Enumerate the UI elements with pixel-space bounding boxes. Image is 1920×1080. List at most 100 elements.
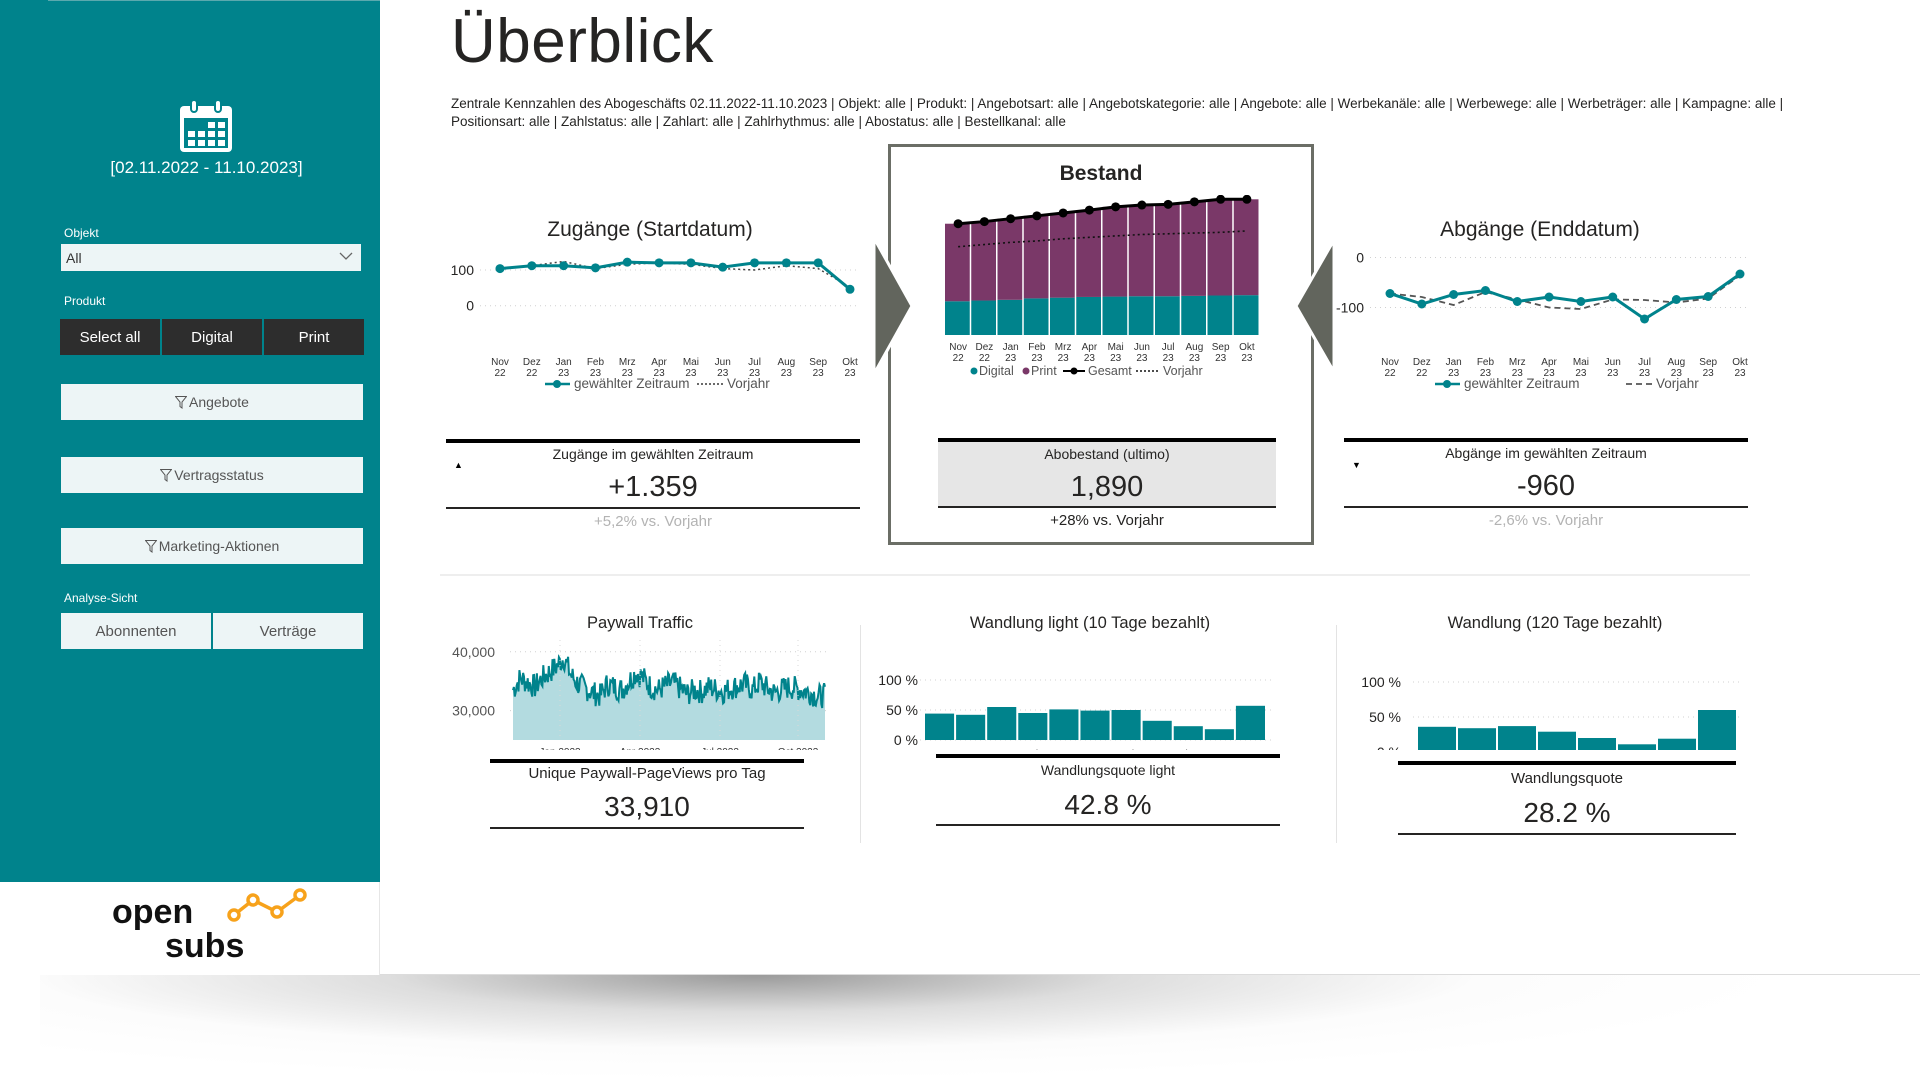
- x-tick-label: 22: [494, 368, 506, 379]
- data-point: [1216, 195, 1226, 204]
- x-tick-label: Jul: [1162, 342, 1175, 353]
- produkt-print-button[interactable]: Print: [264, 319, 364, 355]
- angebote-filter-button[interactable]: Angebote: [61, 384, 363, 420]
- zugaenge-chart: 0100Nov22Dez22Jan23Feb23Mrz23Apr23Mai23J…: [451, 257, 860, 391]
- legend-marker-current: [553, 380, 561, 388]
- bar-print: [1155, 204, 1180, 297]
- bar-digital: [1050, 297, 1075, 335]
- bar-print: [1207, 199, 1233, 296]
- x-tick-label: 23: [1189, 353, 1201, 364]
- data-point: [527, 261, 537, 271]
- x-tick-label: 22: [1384, 368, 1396, 379]
- data-point: [1242, 195, 1252, 204]
- logo-text-open: open: [112, 893, 193, 931]
- y-tick-label: 100 %: [878, 672, 918, 688]
- kpi-value: +1.359: [608, 471, 698, 503]
- x-tick-label: Jun: [715, 357, 731, 368]
- data-point: [1544, 292, 1554, 302]
- data-point: [1084, 205, 1094, 215]
- report-canvas: [02.11.2022 - 11.10.2023] Objekt All Pro…: [0, 0, 1920, 975]
- analyse-sicht-segment: Abonnenten Verträge: [61, 613, 363, 649]
- zugaenge-kpi-card: Zugänge im gewählten Zeitraum ▲ +1.359 +…: [446, 439, 860, 539]
- x-tick-label: Jul 2023: [701, 747, 739, 750]
- series-line-current: [499, 260, 851, 291]
- logo-graph-icon: [227, 888, 307, 922]
- kpi-value: 1,890: [1070, 471, 1144, 503]
- x-tick-label: Nov: [491, 357, 509, 368]
- bar-print: [1233, 199, 1259, 296]
- paywall-chart-title: Paywall Traffic: [586, 614, 694, 632]
- x-tick-label: 23: [1448, 368, 1460, 379]
- kpi-value: -960: [1516, 470, 1576, 502]
- series-line-vorjahr: [1389, 274, 1741, 310]
- objekt-label: Objekt: [64, 226, 99, 240]
- series-line-current: [1389, 272, 1741, 321]
- x-tick-label: Sep: [1212, 342, 1230, 353]
- x-tick-label: Feb: [1477, 357, 1495, 368]
- y-tick-label: 0 %: [894, 732, 918, 748]
- bar: [1538, 731, 1576, 750]
- bar-digital: [1233, 295, 1259, 335]
- bar-digital: [1023, 298, 1049, 335]
- legend-marker-gesamt: [1070, 367, 1078, 375]
- legend-label-vorjahr: Vorjahr: [727, 376, 770, 391]
- kpi-delta: -2,6% vs. Vorjahr: [1488, 512, 1604, 529]
- filter-icon: [175, 395, 188, 409]
- bar-digital: [997, 299, 1023, 335]
- bar: [1658, 738, 1696, 750]
- y-tick-label: 100 %: [1361, 674, 1401, 690]
- legend-label-vorjahr: Vorjahr: [1163, 364, 1203, 378]
- x-tick-label: 23: [1607, 368, 1619, 379]
- abgaenge-chart-title: Abgänge (Enddatum): [1440, 218, 1640, 241]
- bar: [1235, 705, 1265, 740]
- produkt-select-all-button[interactable]: Select all: [60, 319, 160, 355]
- arrow-left-icon: [1294, 238, 1336, 374]
- objekt-dropdown[interactable]: All: [61, 244, 361, 271]
- date-range: [02.11.2022 - 11.10.2023]: [110, 158, 303, 177]
- abonnenten-button[interactable]: Abonnenten: [61, 613, 211, 649]
- zugaenge-chart-title: Zugänge (Startdatum): [547, 218, 753, 241]
- x-tick-label: Dez: [1413, 357, 1431, 368]
- column-divider: [860, 625, 861, 843]
- kpi-label: Abgänge im gewählten Zeitraum: [1445, 445, 1647, 461]
- x-tick-label: Mrz: [1509, 357, 1526, 368]
- bar: [1618, 744, 1656, 750]
- produkt-digital-button[interactable]: Digital: [162, 319, 262, 355]
- legend-marker-current: [1443, 380, 1451, 388]
- x-tick-label: Mai: [1108, 342, 1124, 353]
- data-point: [1058, 208, 1068, 218]
- x-tick-label: 23: [558, 368, 570, 379]
- bar-print: [1181, 201, 1206, 296]
- x-tick-label: Jul: [748, 357, 761, 368]
- vertragsstatus-filter-button[interactable]: Vertragsstatus: [61, 457, 363, 493]
- abgaenge-chart: 0-100Nov22Dez22Jan23Feb23Mrz23Apr23Mai23…: [1336, 250, 1750, 391]
- bar-print: [1050, 212, 1075, 298]
- x-tick-label: Jan: [556, 357, 572, 368]
- x-tick-label: 23: [1639, 368, 1651, 379]
- x-tick-label: Jan: [994, 749, 1010, 750]
- data-point: [1163, 199, 1173, 209]
- x-tick-label: Okt: [842, 357, 858, 368]
- paywall-chart: 30,000 40,000 Jan 2023 Apr 2023 Jul 2023 Oct …: [452, 640, 830, 750]
- x-tick-label: Aug: [1210, 749, 1228, 750]
- kpi-bar: [1398, 761, 1736, 765]
- x-tick-label: 23: [1734, 368, 1746, 379]
- x-tick-label: Dez: [523, 357, 541, 368]
- bar: [1204, 729, 1234, 740]
- x-tick-label: Mai: [1118, 749, 1134, 750]
- marketing-aktionen-filter-button[interactable]: Marketing-Aktionen: [61, 528, 363, 564]
- x-tick-label: Dez: [975, 342, 993, 353]
- vertraege-button[interactable]: Verträge: [213, 613, 363, 649]
- x-tick-label: 23: [1005, 353, 1017, 364]
- x-tick-label: Jul 23: [1175, 749, 1202, 750]
- trend-down-icon: ▼: [1352, 460, 1361, 470]
- canvas-border: [380, 974, 1920, 975]
- x-tick-label: Oct 2023: [778, 747, 819, 750]
- data-point: [559, 261, 569, 271]
- calendar-icon[interactable]: [178, 98, 234, 154]
- kpi-label: Unique Paywall-PageViews pro Tag: [528, 765, 766, 782]
- kpi-bar: [1344, 506, 1748, 508]
- bar: [1142, 720, 1172, 740]
- x-tick-label: 23: [1031, 353, 1043, 364]
- data-point: [718, 262, 728, 272]
